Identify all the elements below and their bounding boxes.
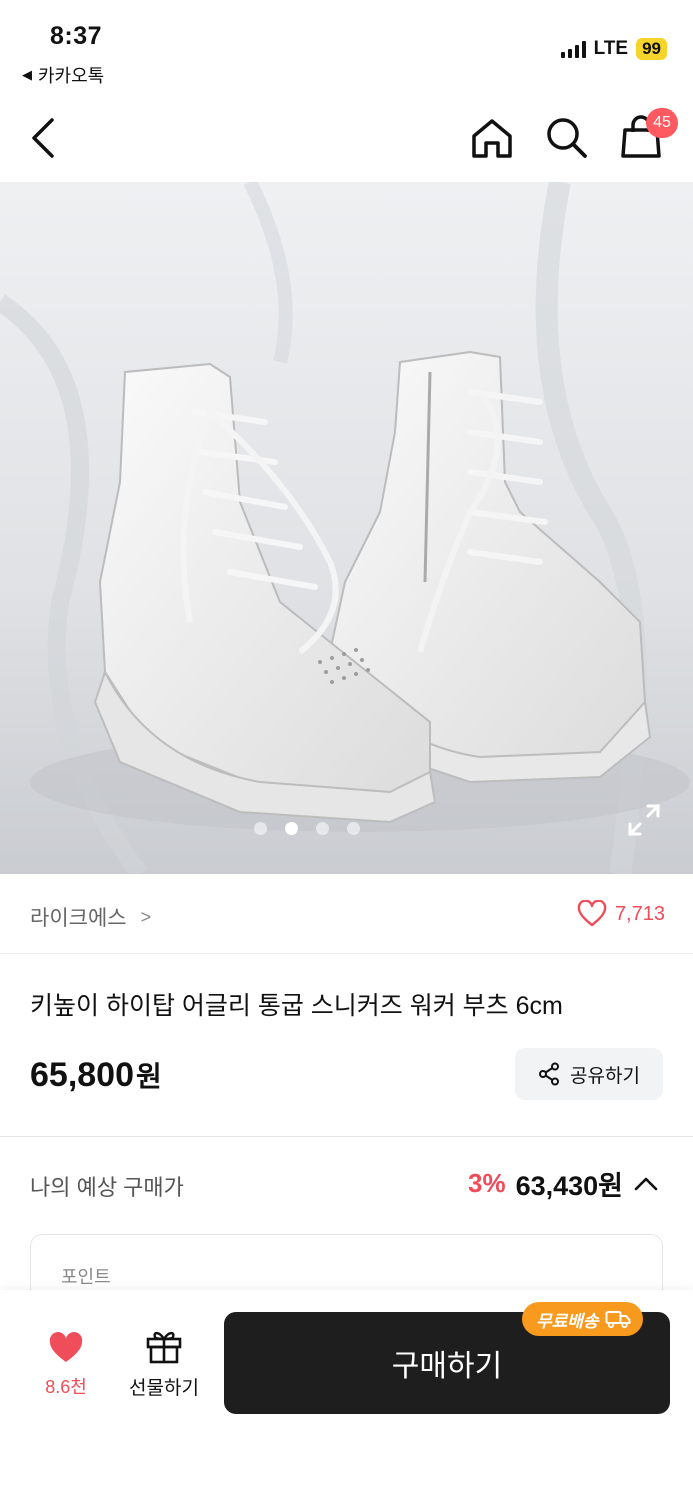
share-icon	[539, 1062, 560, 1086]
carousel-dots	[0, 822, 653, 835]
product-price: 65,800원	[30, 1055, 162, 1095]
wishlist-count: 8.6천	[45, 1377, 87, 1397]
search-button[interactable]	[543, 114, 591, 167]
wishlist-button[interactable]: 8.6천	[30, 1332, 102, 1399]
like-button[interactable]: 7,713	[577, 900, 665, 928]
gift-label: 선물하기	[129, 1378, 199, 1399]
clock: 8:37	[50, 22, 103, 50]
fullscreen-button[interactable]	[626, 802, 662, 843]
product-image-carousel[interactable]	[0, 182, 693, 874]
heart-filled-icon	[49, 1332, 83, 1362]
cart-count-badge: 45	[646, 108, 678, 138]
estimated-price-row[interactable]: 나의 예상 구매가 3% 63,430원	[0, 1160, 693, 1212]
chevron-right-icon: >	[140, 906, 152, 927]
status-bar: 8:37 ◀ 카카오톡 LTE 99	[0, 0, 693, 96]
section-divider	[0, 1136, 693, 1137]
carousel-dot-active[interactable]	[284, 822, 298, 835]
heart-outline-icon	[577, 900, 607, 927]
product-title: 키높이 하이탑 어글리 통굽 스니커즈 워커 부츠 6cm	[30, 992, 563, 1020]
battery-indicator: 99	[636, 38, 667, 60]
store-name: 라이크에스	[30, 907, 127, 930]
free-shipping-label: 무료배송	[536, 1311, 599, 1331]
network-type: LTE	[593, 38, 629, 59]
home-button[interactable]	[468, 114, 516, 167]
chevron-left-icon	[32, 118, 54, 158]
truck-icon	[605, 1311, 631, 1329]
top-nav	[0, 100, 693, 180]
share-label: 공유하기	[570, 1065, 640, 1087]
estimated-price-label: 나의 예상 구매가	[30, 1175, 184, 1200]
like-count: 7,713	[614, 902, 665, 925]
store-row: 라이크에스 > 7,713	[0, 874, 693, 954]
carousel-dot[interactable]	[315, 822, 329, 835]
estimated-price: 63,430원	[515, 1171, 623, 1201]
gift-button[interactable]: 선물하기	[118, 1328, 210, 1400]
expand-icon	[628, 804, 660, 836]
gift-icon	[146, 1331, 182, 1364]
free-shipping-badge: 무료배송	[522, 1302, 643, 1336]
price-value: 65,800	[30, 1056, 134, 1094]
points-label: 포인트	[61, 1267, 111, 1287]
signal-icon	[560, 40, 586, 58]
discount-percent: 3%	[467, 1168, 506, 1198]
product-photo-sneaker-boots	[0, 182, 693, 874]
status-indicators: LTE 99	[560, 38, 667, 60]
back-app-label: 카카오톡	[38, 66, 105, 86]
carousel-dot[interactable]	[346, 822, 360, 835]
chevron-up-icon[interactable]	[633, 1174, 659, 1194]
back-to-app-link[interactable]: ◀ 카카오톡	[22, 62, 104, 88]
back-button[interactable]	[24, 112, 68, 164]
estimated-price-value: 3% 63,430원	[468, 1164, 659, 1203]
store-link[interactable]: 라이크에스 >	[30, 902, 151, 932]
search-icon	[547, 118, 587, 158]
price-currency: 원	[136, 1061, 162, 1092]
share-button[interactable]: 공유하기	[515, 1048, 663, 1100]
home-icon	[472, 119, 512, 158]
back-triangle-icon: ◀	[22, 67, 32, 82]
carousel-dot[interactable]	[253, 822, 267, 835]
